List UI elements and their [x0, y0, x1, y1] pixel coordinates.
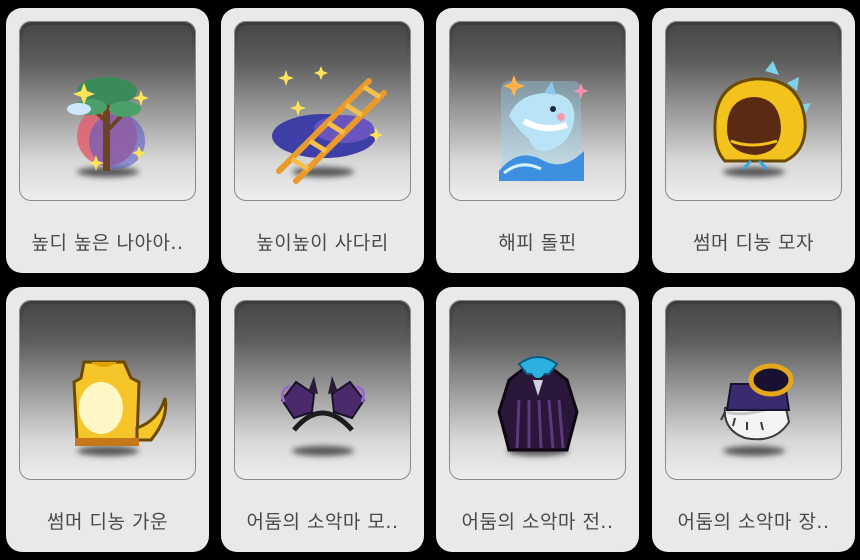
dolphin-icon — [499, 75, 589, 181]
ladder-icon — [272, 66, 387, 184]
item-frame — [234, 21, 411, 201]
item-card-dino-gown[interactable]: 썸머 디농 가운 — [6, 287, 209, 552]
item-frame — [19, 21, 196, 201]
item-card-dolphin[interactable]: 해피 돌핀 — [436, 8, 639, 273]
item-label: 높이높이 사다리 — [256, 232, 389, 254]
item-card-ladder[interactable]: 높이높이 사다리 — [221, 8, 424, 273]
dino-gown-icon — [72, 360, 168, 446]
item-card-devil-outfit[interactable]: 어둠의 소악마 전.. — [436, 287, 639, 552]
item-label: 썸머 디농 가운 — [47, 511, 168, 533]
item-card-tree[interactable]: 높디 높은 나아아.. — [6, 8, 209, 273]
devil-headband-icon — [280, 376, 366, 432]
dino-hat-icon — [713, 61, 811, 171]
devil-outfit-icon — [497, 356, 579, 452]
item-frame — [234, 300, 411, 480]
item-card-dino-hat[interactable]: 썸머 디농 모자 — [652, 8, 855, 273]
item-frame — [449, 21, 626, 201]
item-label: 해피 돌핀 — [498, 232, 577, 254]
item-label: 어둠의 소악마 장.. — [677, 511, 830, 533]
tree-icon — [67, 77, 149, 171]
item-label: 썸머 디농 모자 — [693, 232, 814, 254]
item-card-devil-glove[interactable]: 어둠의 소악마 장.. — [652, 287, 855, 552]
devil-glove-icon — [720, 363, 794, 441]
item-label: 어둠의 소악마 모.. — [246, 511, 399, 533]
item-grid: 높디 높은 나아아.. 높이높이 사다리 해피 돌핀 썸머 디농 모자 썸머 디… — [0, 0, 860, 560]
item-label: 어둠의 소악마 전.. — [461, 511, 614, 533]
item-frame — [449, 300, 626, 480]
item-frame — [665, 300, 842, 480]
item-frame — [665, 21, 842, 201]
item-label: 높디 높은 나아아.. — [31, 232, 184, 254]
item-card-devil-headband[interactable]: 어둠의 소악마 모.. — [221, 287, 424, 552]
item-frame — [19, 300, 196, 480]
